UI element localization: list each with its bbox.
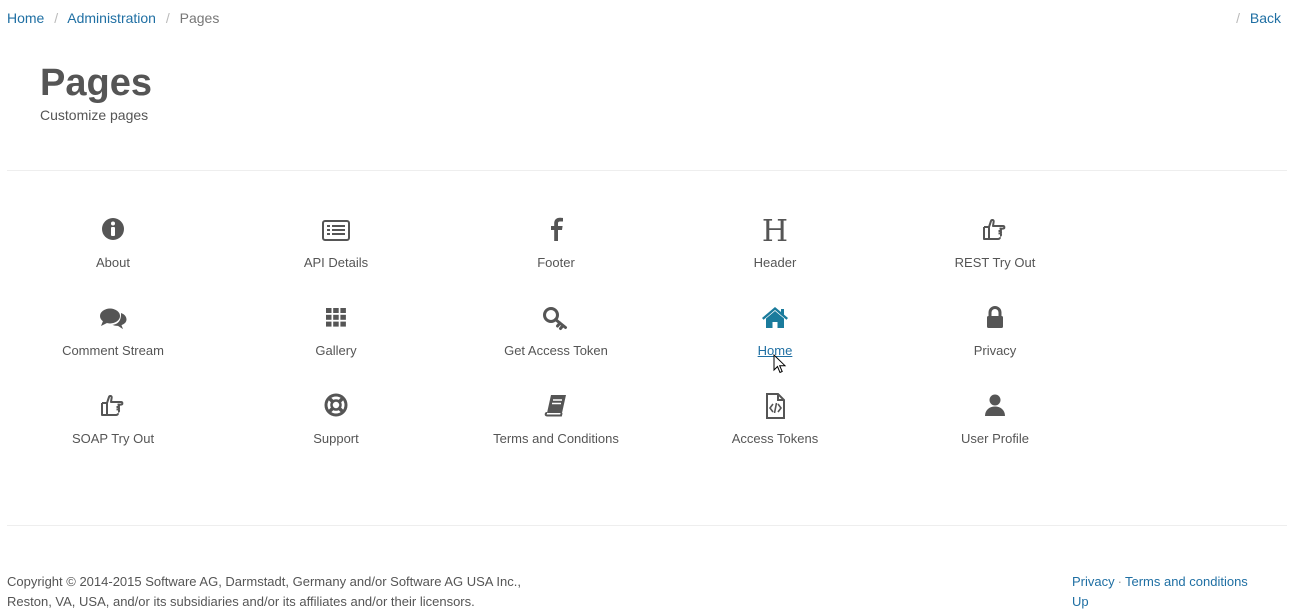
book-icon xyxy=(446,391,666,425)
info-circle-icon xyxy=(3,215,223,249)
back-link[interactable]: Back xyxy=(1250,10,1281,26)
list-alt-icon xyxy=(226,215,446,249)
tile-label: Gallery xyxy=(315,343,357,358)
hand-pointer-icon xyxy=(3,391,223,425)
footer-links: Privacy · Terms and conditions Up xyxy=(1072,572,1292,612)
tile-label: Header xyxy=(753,255,797,270)
tile-label: Get Access Token xyxy=(504,343,608,358)
breadcrumb-current: Pages xyxy=(179,10,220,26)
tile-header[interactable]: H Header xyxy=(665,215,885,285)
tile-label: Privacy xyxy=(973,343,1017,358)
file-code-icon xyxy=(665,391,885,425)
footer-privacy-link[interactable]: Privacy xyxy=(1072,574,1115,589)
tile-terms-and-conditions[interactable]: Terms and Conditions xyxy=(446,391,666,461)
tile-label: About xyxy=(96,255,130,270)
lock-icon xyxy=(885,303,1105,337)
svg-text:H: H xyxy=(762,215,788,245)
tile-label: API Details xyxy=(303,255,369,270)
home-icon xyxy=(665,303,885,337)
tile-comment-stream[interactable]: Comment Stream xyxy=(3,303,223,373)
life-ring-icon xyxy=(226,391,446,425)
tile-get-access-token[interactable]: Get Access Token xyxy=(446,303,666,373)
tile-access-tokens[interactable]: Access Tokens xyxy=(665,391,885,461)
breadcrumb-separator: / xyxy=(165,10,170,26)
divider xyxy=(7,525,1287,526)
back-nav: / Back xyxy=(1236,10,1281,26)
copyright-line: Copyright © 2014-2015 Software AG, Darms… xyxy=(7,574,521,589)
footer-up-link[interactable]: Up xyxy=(1072,594,1089,609)
breadcrumb-administration-link[interactable]: Administration xyxy=(67,10,156,26)
tile-label: Comment Stream xyxy=(62,343,164,358)
mouse-cursor-icon xyxy=(773,353,787,379)
footer-terms-link[interactable]: Terms and conditions xyxy=(1125,574,1248,589)
tile-about[interactable]: About xyxy=(3,215,223,285)
tile-gallery[interactable]: Gallery xyxy=(226,303,446,373)
facebook-f-icon xyxy=(446,215,666,249)
page-title: Pages xyxy=(40,62,152,104)
tile-label: Support xyxy=(313,431,359,446)
grid-icon xyxy=(226,303,446,337)
back-separator: / xyxy=(1236,10,1240,26)
tile-label: Access Tokens xyxy=(731,431,819,446)
tile-soap-try-out[interactable]: SOAP Try Out xyxy=(3,391,223,461)
tile-label: SOAP Try Out xyxy=(71,431,155,446)
tile-label: User Profile xyxy=(961,431,1029,446)
divider xyxy=(7,170,1287,171)
tile-label: Terms and Conditions xyxy=(493,431,619,446)
tile-label: Footer xyxy=(537,255,575,270)
footer-copyright: Copyright © 2014-2015 Software AG, Darms… xyxy=(7,572,707,612)
tile-support[interactable]: Support xyxy=(226,391,446,461)
tile-rest-try-out[interactable]: REST Try Out xyxy=(885,215,1105,285)
header-h-icon: H xyxy=(665,215,885,249)
tile-footer[interactable]: Footer xyxy=(446,215,666,285)
breadcrumb-home-link[interactable]: Home xyxy=(7,10,44,26)
breadcrumb: Home / Administration / Pages xyxy=(7,10,219,26)
hand-pointer-icon xyxy=(885,215,1105,249)
footer-link-separator: · xyxy=(1117,574,1122,589)
tile-api-details[interactable]: API Details xyxy=(226,215,446,285)
breadcrumb-separator: / xyxy=(54,10,59,26)
tile-privacy[interactable]: Privacy xyxy=(885,303,1105,373)
page-subtitle: Customize pages xyxy=(40,107,149,123)
copyright-line: Reston, VA, USA, and/or its subsidiaries… xyxy=(7,594,475,609)
user-icon xyxy=(885,391,1105,425)
comments-icon xyxy=(3,303,223,337)
tile-label: REST Try Out xyxy=(954,255,1036,270)
key-icon xyxy=(446,303,666,337)
tile-user-profile[interactable]: User Profile xyxy=(885,391,1105,461)
